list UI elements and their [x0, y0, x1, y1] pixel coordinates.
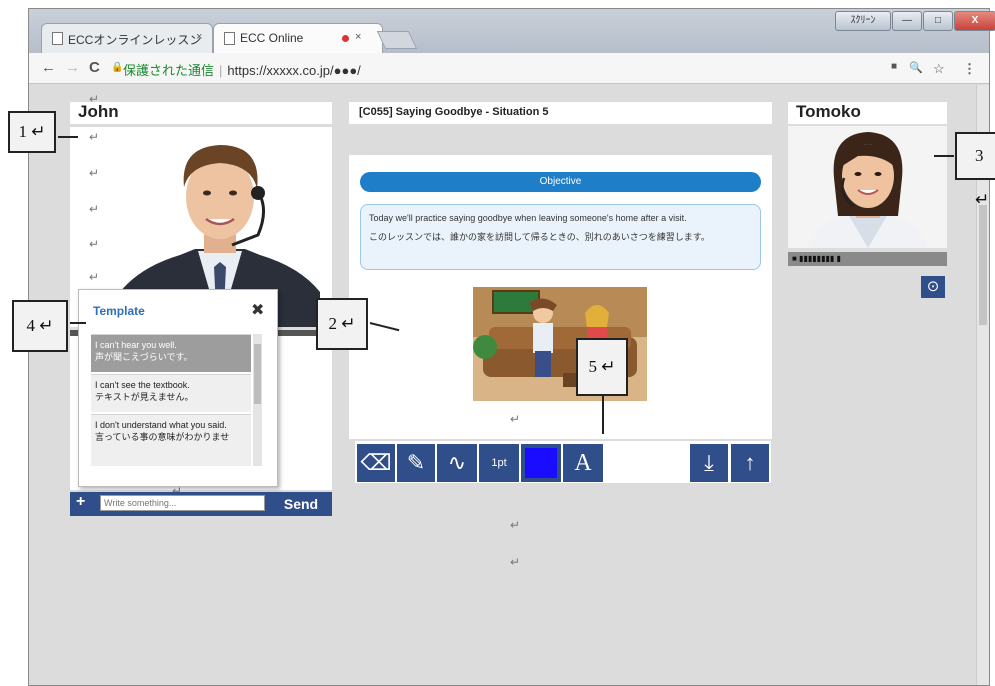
stroke-width-value: 1pt — [491, 457, 507, 469]
template-item-ja: 言っている事の意味がわかりませ — [95, 432, 230, 442]
scrollbar-thumb[interactable] — [979, 205, 987, 325]
callout-line — [58, 136, 78, 138]
zoom-icon[interactable]: 🔍 — [909, 61, 923, 74]
download-button[interactable]: ⤓ — [690, 444, 728, 482]
send-button[interactable]: Send — [275, 494, 327, 514]
template-item-ja: テキストが見えません。 — [95, 392, 194, 402]
download-icon: ⤓ — [704, 450, 714, 475]
page-icon — [224, 32, 235, 45]
text-tool[interactable]: A — [563, 444, 603, 482]
snapshot-button[interactable]: ⊙ — [921, 276, 945, 298]
template-popup: Template ✖ I can't hear you well. 声が聞こえづ… — [78, 289, 278, 487]
template-item-en: I can't hear you well. — [95, 340, 177, 350]
template-title: Template — [93, 304, 145, 318]
upload-button[interactable]: ↑ — [731, 444, 769, 482]
pen-tool[interactable]: ✎ — [397, 444, 435, 482]
objective-header: Objective — [360, 172, 761, 192]
curve-icon: ∿ — [447, 450, 467, 475]
pen-icon: ✎ — [406, 450, 426, 475]
return-mark: ↵ — [510, 518, 521, 532]
add-button[interactable]: + — [76, 493, 85, 511]
callout-5: 5 ↵ — [576, 338, 628, 396]
tab-close-icon[interactable]: × — [196, 31, 202, 43]
template-item-en: I can't see the textbook. — [95, 380, 190, 390]
template-item-en: I don't understand what you said. — [95, 420, 227, 430]
reload-icon[interactable]: C — [89, 59, 100, 76]
callout-1: 1 ↵ — [8, 111, 56, 153]
maximize-button[interactable]: □ — [923, 11, 953, 31]
return-mark: ↵ — [89, 237, 100, 251]
address-bar[interactable]: 保護された通信 | https://xxxxx.co.jp/●●●/ — [123, 60, 361, 79]
callout-line — [602, 396, 604, 434]
curve-tool[interactable]: ∿ — [437, 444, 477, 482]
return-mark: ↵ — [89, 202, 100, 216]
teacher-name: Tomoko — [788, 102, 947, 124]
stroke-width-select[interactable]: 1pt — [479, 444, 519, 482]
teacher-video — [788, 126, 947, 248]
close-window-button[interactable]: X — [954, 11, 995, 31]
callout-line — [934, 155, 954, 157]
color-swatch — [525, 448, 557, 478]
template-item[interactable]: I can't hear you well. 声が聞こえづらいです。 — [91, 334, 251, 372]
objective-text-ja: このレッスンでは、誰かの家を訪問して帰るときの、別れのあいさつを練習します。 — [369, 232, 710, 242]
scrollbar-thumb[interactable] — [254, 344, 261, 404]
tab-ecc-online[interactable]: ECC Online × — [213, 23, 383, 53]
menu-icon[interactable]: ⋮ — [963, 61, 976, 77]
camera-icon[interactable]: ■ — [891, 61, 897, 72]
back-icon[interactable]: ← — [41, 59, 56, 76]
minimize-button[interactable]: — — [892, 11, 922, 31]
template-item[interactable]: I don't understand what you said. 言っている事… — [91, 414, 251, 466]
objective-text-en: Today we'll practice saying goodbye when… — [369, 213, 687, 223]
return-mark: ↵ — [89, 92, 100, 106]
student-name: John — [70, 102, 332, 124]
return-mark: ↵ — [510, 412, 521, 426]
template-scrollbar[interactable] — [253, 334, 262, 466]
chat-input[interactable] — [100, 495, 265, 511]
return-mark: ↵ — [510, 555, 521, 569]
secure-label: 保護された通信 — [123, 63, 215, 78]
lock-icon: 🔒 — [111, 62, 124, 73]
eraser-icon: ⌫ — [360, 450, 392, 475]
recording-icon — [342, 35, 349, 42]
bookmark-star-icon[interactable]: ☆ — [933, 61, 945, 77]
callout-2: 2 ↵ — [316, 298, 368, 350]
callout-line — [70, 322, 86, 324]
tab-ecc-lesson[interactable]: ECCオンラインレッスン × — [41, 23, 213, 53]
forward-icon[interactable]: → — [65, 59, 80, 76]
tab-close-icon[interactable]: × — [355, 31, 361, 43]
text-icon: A — [574, 450, 592, 476]
camera-icon: ⊙ — [926, 278, 940, 295]
close-icon[interactable]: ✖ — [251, 300, 264, 320]
return-mark: ↵ — [89, 166, 100, 180]
eraser-tool[interactable]: ⌫ — [357, 444, 395, 482]
tab-label: ECC Online — [240, 31, 304, 45]
screen-button[interactable]: ｽｸﾘｰﾝ — [835, 11, 891, 31]
volume-meter: ■ ▮▮▮▮▮▮▮▮ ▮ — [788, 252, 947, 266]
lesson-title: [C055] Saying Goodbye - Situation 5 — [349, 102, 772, 124]
template-item[interactable]: I can't see the textbook. テキストが見えません。 — [91, 374, 251, 412]
return-mark: ↵ — [89, 270, 100, 284]
window-controls: ｽｸﾘｰﾝ — □ X — [835, 11, 995, 31]
objective-box: Today we'll practice saying goodbye when… — [360, 204, 761, 270]
url-text: https://xxxxx.co.jp/●●●/ — [227, 63, 361, 78]
color-picker[interactable] — [521, 444, 561, 482]
url-separator: | — [219, 63, 223, 78]
upload-icon: ↑ — [744, 450, 756, 475]
callout-3: 3 ↵ — [955, 132, 995, 209]
template-item-ja: 声が聞こえづらいです。 — [95, 352, 193, 362]
callout-4: 4 ↵ — [12, 300, 68, 352]
tab-label: ECCオンラインレッスン — [68, 33, 202, 47]
return-mark: ↵ — [89, 130, 100, 144]
page-icon — [52, 32, 63, 45]
